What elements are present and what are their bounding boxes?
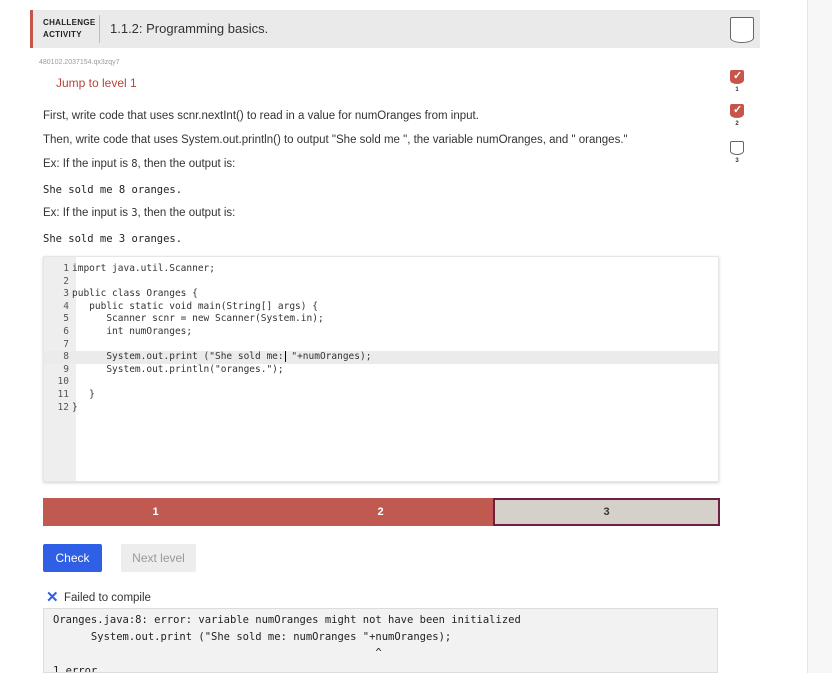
progress-segment-2[interactable]: 2	[268, 498, 493, 526]
instruction-line-1: First, write code that uses scnr.nextInt…	[43, 110, 479, 122]
activity-title: 1.1.2: Programming basics.	[110, 21, 269, 36]
example-1-suffix: , then the output is:	[137, 158, 236, 170]
code-line[interactable]: 11 }	[44, 389, 718, 402]
code-line[interactable]: 2	[44, 276, 718, 289]
line-number: 3	[63, 288, 69, 300]
code-text: }	[72, 389, 95, 400]
line-number: 10	[57, 376, 69, 388]
activity-type-line2: ACTIVITY	[43, 30, 82, 39]
jump-to-level-link[interactable]: Jump to level 1	[56, 76, 137, 90]
error-caret-line: ^	[53, 647, 382, 659]
line-number: 2	[63, 275, 69, 287]
level-indicator-3[interactable]: 3	[730, 141, 744, 164]
header-divider	[99, 15, 100, 43]
level-check-icon: ✓	[730, 104, 744, 118]
code-text: System.out.println("oranges.");	[72, 363, 284, 375]
example-2-prefix: Ex: If the input is	[43, 207, 132, 219]
line-number: 5	[63, 313, 69, 325]
line-number: 7	[63, 338, 69, 350]
code-line[interactable]: 6 int numOranges;	[44, 326, 718, 339]
next-level-button[interactable]: Next level	[121, 544, 196, 572]
activity-type-line1: CHALLENGE	[43, 18, 96, 27]
code-line[interactable]: 1 import java.util.Scanner;	[44, 263, 718, 276]
line-number: 8	[63, 351, 69, 363]
level-indicator-2[interactable]: ✓ 2	[730, 104, 744, 127]
example-2-suffix: , then the output is:	[137, 207, 236, 219]
example-1-prefix: Ex: If the input is	[43, 158, 132, 170]
progress-segment-3[interactable]: 3	[493, 498, 720, 526]
compile-status-text: Failed to compile	[64, 592, 151, 604]
code-text-before-cursor: System.out.print ("She sold me:	[72, 351, 284, 363]
code-line[interactable]: 7	[44, 339, 718, 352]
line-number: 11	[57, 389, 69, 400]
error-line: Oranges.java:8: error: variable numOrang…	[53, 614, 521, 626]
activity-id: 480102.2037154.qx3zqy7	[39, 59, 120, 66]
challenge-activity-card: CHALLENGE ACTIVITY 1.1.2: Programming ba…	[30, 10, 760, 673]
code-line-active[interactable]: 8 System.out.print ("She sold me: "+numO…	[44, 351, 718, 364]
activity-type-label: CHALLENGE ACTIVITY	[43, 17, 95, 41]
instruction-line-2: Then, write code that uses System.out.pr…	[43, 134, 628, 146]
example-2-output: She sold me 3 oranges.	[43, 233, 183, 245]
progress-segment-1[interactable]: 1	[43, 498, 268, 526]
code-text: System.out.print ("She sold me: "+numOra…	[72, 351, 371, 364]
check-button[interactable]: Check	[43, 544, 102, 572]
error-line: System.out.print ("She sold me: numOrang…	[53, 631, 452, 643]
line-number: 4	[63, 300, 69, 312]
level-number: 2	[735, 121, 739, 127]
code-text: public static void main(String[] args) {	[72, 300, 318, 312]
scrollbar-gutter	[807, 0, 832, 673]
code-line[interactable]: 4 public static void main(String[] args)…	[44, 301, 718, 314]
code-text: }	[72, 401, 78, 413]
activity-header: CHALLENGE ACTIVITY 1.1.2: Programming ba…	[30, 10, 760, 48]
level-number: 1	[735, 87, 739, 93]
code-text-after-cursor: "+numOranges);	[285, 351, 372, 363]
completion-badge-icon	[730, 17, 754, 43]
level-pending-icon	[730, 141, 744, 155]
line-number: 1	[63, 263, 69, 274]
compiler-output: Oranges.java:8: error: variable numOrang…	[43, 608, 718, 673]
example-1-output: She sold me 8 oranges.	[43, 184, 183, 196]
code-editor[interactable]: 1 import java.util.Scanner; 2 3 public cla…	[43, 256, 719, 482]
code-line[interactable]: 5 Scanner scnr = new Scanner(System.in);	[44, 313, 718, 326]
error-count-line: 1 error	[53, 665, 98, 673]
code-text: int numOranges;	[72, 326, 193, 337]
close-icon: ✕	[46, 589, 59, 606]
level-progress-bar: 1 2 3	[43, 498, 720, 526]
line-number: 9	[63, 363, 69, 375]
example-2-text: Ex: If the input is 3, then the output i…	[43, 207, 235, 219]
code-line[interactable]: 12}	[44, 402, 718, 415]
level-number: 3	[735, 158, 739, 164]
code-line[interactable]: 10	[44, 376, 718, 389]
line-number: 6	[63, 326, 69, 337]
example-1-text: Ex: If the input is 8, then the output i…	[43, 158, 235, 170]
line-number: 12	[57, 401, 69, 413]
level-check-icon: ✓	[730, 70, 744, 84]
code-text: Scanner scnr = new Scanner(System.in);	[72, 313, 324, 325]
code-line[interactable]: 9 System.out.println("oranges.");	[44, 364, 718, 377]
level-indicator-1[interactable]: ✓ 1	[730, 70, 744, 93]
code-text: public class Oranges {	[72, 288, 198, 300]
code-line[interactable]: 3 public class Oranges {	[44, 288, 718, 301]
code-text: import java.util.Scanner;	[72, 263, 215, 274]
